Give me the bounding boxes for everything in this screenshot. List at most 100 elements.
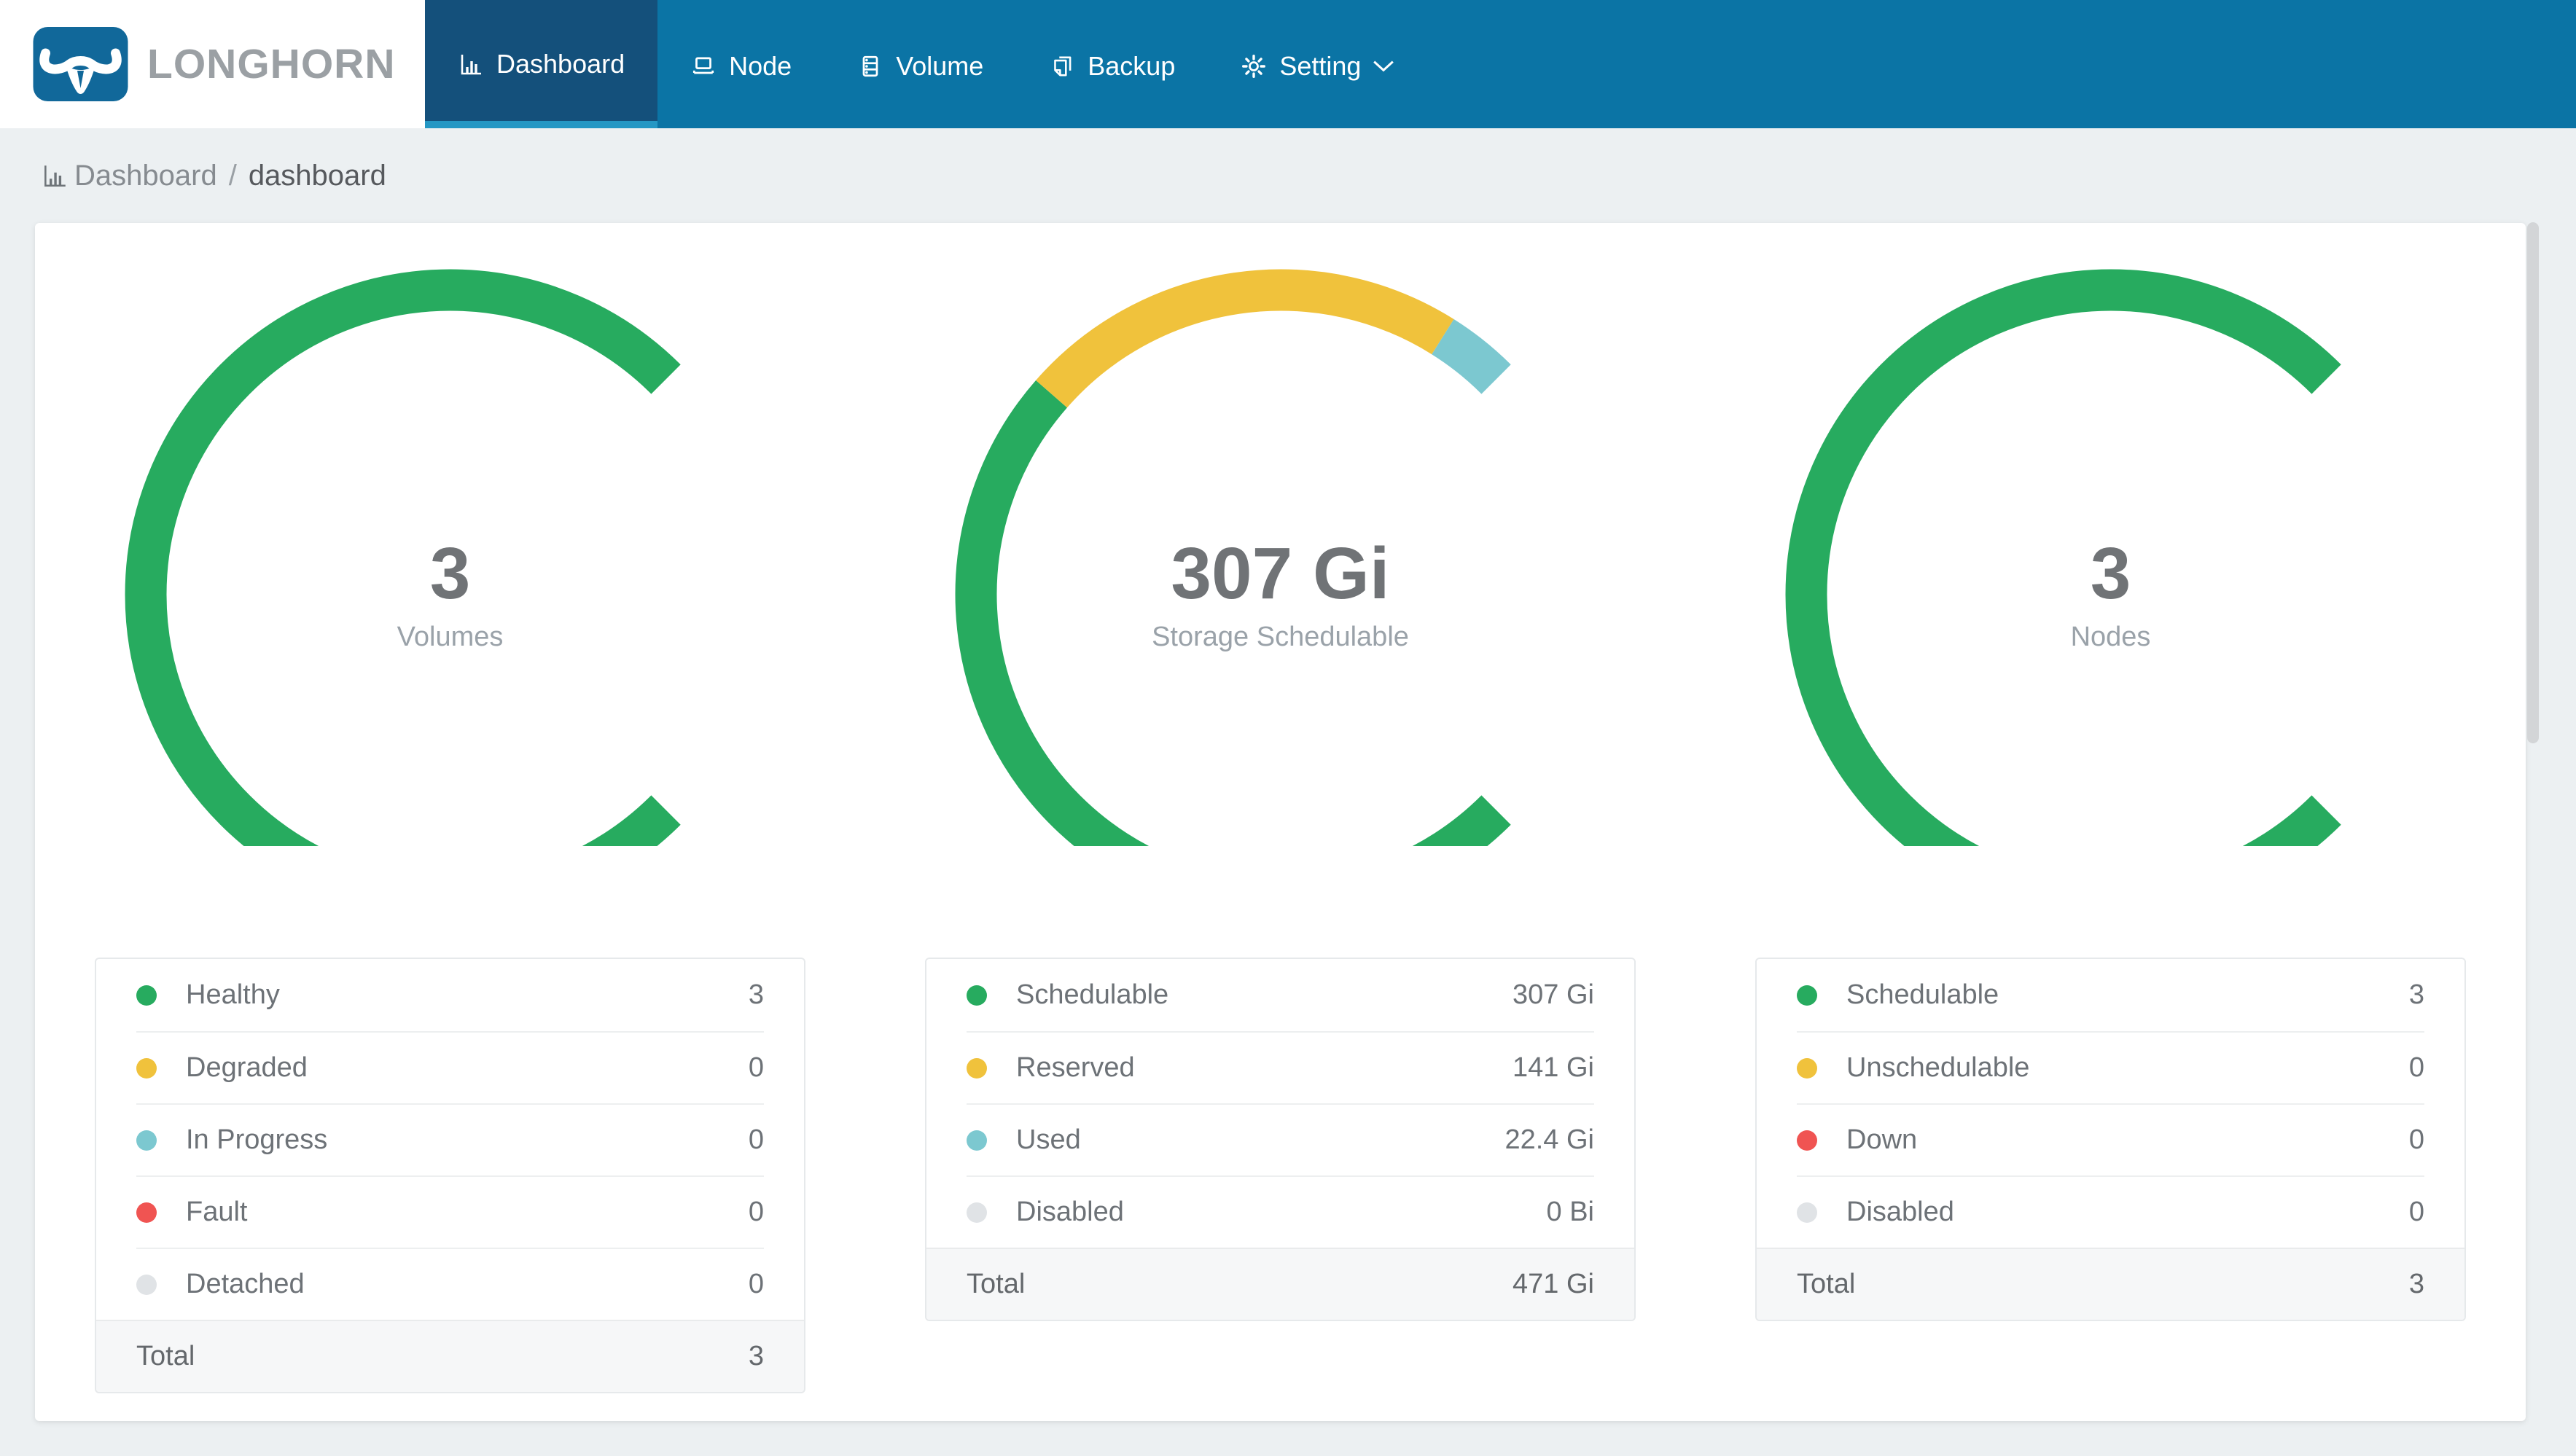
row-label: Schedulable xyxy=(1016,979,1169,1010)
row-label: Unschedulable xyxy=(1846,1052,2030,1083)
row-value: 307 Gi xyxy=(1513,979,1594,1010)
laptop-icon xyxy=(690,53,717,79)
in-progress-dot xyxy=(136,1130,157,1151)
degraded-dot xyxy=(136,1057,157,1079)
table-row: Fault 0 xyxy=(136,1175,764,1248)
table-row: In Progress 0 xyxy=(136,1103,764,1175)
storage-gauge: 307 Gi Storage Schedulable xyxy=(953,267,1609,846)
storage-panel: 307 Gi Storage Schedulable Schedulable 3… xyxy=(865,223,1695,1421)
row-value: 3 xyxy=(748,979,764,1010)
volumes-label: Volumes xyxy=(397,622,504,652)
fault-dot xyxy=(136,1202,157,1223)
total-value: 3 xyxy=(2408,1269,2424,1299)
total-value: 471 Gi xyxy=(1513,1269,1594,1299)
vertical-scrollbar-thumb[interactable] xyxy=(2527,222,2539,743)
bar-chart-icon xyxy=(458,51,484,77)
database-icon xyxy=(857,53,883,79)
row-label: Degraded xyxy=(186,1052,308,1083)
volumes-count: 3 xyxy=(429,533,471,614)
nodes-label: Nodes xyxy=(2070,622,2151,652)
table-row: Detached 0 xyxy=(136,1248,764,1320)
total-label: Total xyxy=(136,1341,195,1371)
row-label: Down xyxy=(1846,1124,1918,1155)
row-value: 0 Bi xyxy=(1546,1197,1594,1227)
schedulable-dot xyxy=(967,985,987,1006)
nodes-panel: 3 Nodes Schedulable 3 Unschedulable 0 Do… xyxy=(1695,223,2526,1421)
table-row: Down 0 xyxy=(1797,1103,2424,1175)
nodes-gauge: 3 Nodes xyxy=(1783,267,2439,846)
down-dot xyxy=(1797,1130,1817,1151)
nav-item-backup[interactable]: Backup xyxy=(1016,0,1208,128)
used-dot xyxy=(967,1130,987,1151)
row-label: Disabled xyxy=(1016,1197,1124,1227)
nav-item-setting[interactable]: Setting xyxy=(1208,0,1428,128)
row-value: 0 xyxy=(2408,1197,2424,1227)
row-label: Healthy xyxy=(186,979,280,1010)
table-row: Degraded 0 xyxy=(136,1031,764,1103)
row-label: Fault xyxy=(186,1197,248,1227)
breadcrumb-section[interactable]: Dashboard xyxy=(74,160,217,192)
dashboard-card: 3 Volumes Healthy 3 Degraded 0 In Progre… xyxy=(35,223,2526,1421)
row-value: 141 Gi xyxy=(1513,1052,1594,1083)
main-nav: Dashboard Node Volume Backup Setting xyxy=(425,0,2576,128)
nodes-legend-table: Schedulable 3 Unschedulable 0 Down 0 Dis… xyxy=(1755,958,2466,1321)
table-row: Unschedulable 0 xyxy=(1797,1031,2424,1103)
disabled-dot xyxy=(1797,1202,1817,1223)
gauge-center: 3 Volumes xyxy=(122,533,778,654)
row-value: 0 xyxy=(2408,1052,2424,1083)
total-value: 3 xyxy=(748,1341,764,1371)
longhorn-bull-icon xyxy=(33,27,128,101)
chevron-down-icon xyxy=(1372,59,1395,74)
row-value: 0 xyxy=(2408,1124,2424,1155)
nav-item-node[interactable]: Node xyxy=(657,0,824,128)
breadcrumb-separator: / xyxy=(228,159,237,192)
gear-icon xyxy=(1241,53,1267,79)
row-value: 3 xyxy=(2408,979,2424,1010)
copy-icon xyxy=(1049,53,1075,79)
schedulable-dot xyxy=(1797,985,1817,1006)
nav-label: Backup xyxy=(1088,51,1176,81)
storage-amount: 307 Gi xyxy=(1171,533,1390,614)
disabled-dot xyxy=(967,1202,987,1223)
row-value: 0 xyxy=(748,1124,764,1155)
table-row: Reserved 141 Gi xyxy=(967,1031,1594,1103)
storage-legend-table: Schedulable 307 Gi Reserved 141 Gi Used … xyxy=(925,958,1636,1321)
logo-block[interactable]: LONGHORN xyxy=(0,0,425,128)
row-value: 0 xyxy=(748,1197,764,1227)
table-row: Healthy 3 xyxy=(136,959,764,1031)
row-label: Disabled xyxy=(1846,1197,1954,1227)
table-row: Disabled 0 xyxy=(1797,1175,2424,1248)
storage-label: Storage Schedulable xyxy=(1152,622,1409,652)
row-label: Used xyxy=(1016,1124,1081,1155)
detached-dot xyxy=(136,1274,157,1295)
unschedulable-dot xyxy=(1797,1057,1817,1079)
top-header: LONGHORN Dashboard Node Volume Backup Se… xyxy=(0,0,2576,128)
brand-text: LONGHORN xyxy=(147,41,396,87)
row-value: 0 xyxy=(748,1052,764,1083)
row-label: Reserved xyxy=(1016,1052,1135,1083)
nav-item-dashboard[interactable]: Dashboard xyxy=(425,0,658,128)
table-total-row: Total 3 xyxy=(96,1320,804,1392)
table-row: Disabled 0 Bi xyxy=(967,1175,1594,1248)
table-row: Used 22.4 Gi xyxy=(967,1103,1594,1175)
bar-chart-icon xyxy=(41,162,69,189)
nav-item-volume[interactable]: Volume xyxy=(824,0,1016,128)
row-value: 0 xyxy=(748,1269,764,1299)
row-label: In Progress xyxy=(186,1124,328,1155)
row-label: Schedulable xyxy=(1846,979,1999,1010)
table-total-row: Total 471 Gi xyxy=(926,1248,1634,1320)
row-label: Detached xyxy=(186,1269,305,1299)
table-row: Schedulable 307 Gi xyxy=(967,959,1594,1031)
healthy-dot xyxy=(136,985,157,1006)
nav-label: Node xyxy=(729,51,792,81)
volumes-legend-table: Healthy 3 Degraded 0 In Progress 0 Fault… xyxy=(95,958,805,1393)
volumes-gauge: 3 Volumes xyxy=(122,267,778,846)
gauge-center: 307 Gi Storage Schedulable xyxy=(953,533,1609,654)
breadcrumb: Dashboard / dashboard xyxy=(0,128,2576,223)
reserved-dot xyxy=(967,1057,987,1079)
gauge-center: 3 Nodes xyxy=(1783,533,2439,654)
nav-label: Setting xyxy=(1279,51,1362,81)
nodes-count: 3 xyxy=(2090,533,2131,614)
nav-label: Volume xyxy=(896,51,984,81)
table-row: Schedulable 3 xyxy=(1797,959,2424,1031)
